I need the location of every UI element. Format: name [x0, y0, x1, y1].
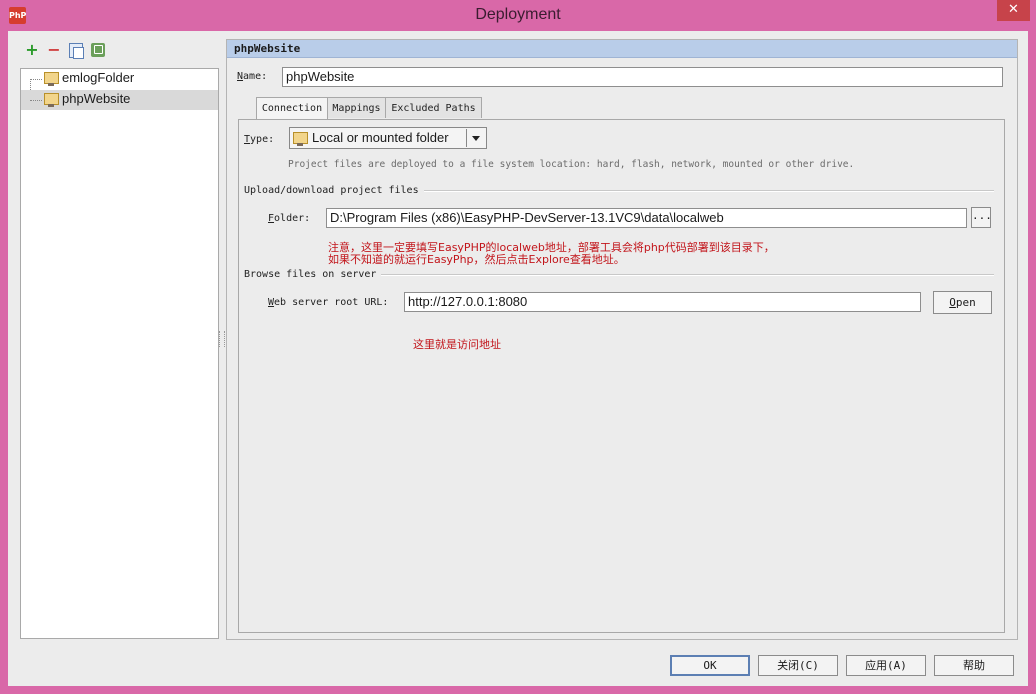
type-label-text: ype:: [250, 134, 275, 145]
copy-server-icon[interactable]: [69, 43, 84, 59]
tab-mappings[interactable]: Mappings: [327, 97, 386, 118]
tree-item-label: phpWebsite: [62, 91, 131, 106]
annotation-url: 这里就是访问地址: [413, 338, 501, 351]
open-url-button[interactable]: Open: [933, 291, 992, 314]
set-default-icon[interactable]: [91, 43, 105, 57]
annotation-folder-line2: 如果不知道的就运行EasyPhp，然后点击Explore查看地址。: [328, 253, 625, 266]
type-description: Project files are deployed to a file sys…: [288, 159, 855, 170]
local-folder-icon: [293, 132, 308, 146]
folder-label-text: older:: [274, 213, 311, 224]
type-select-value: Local or mounted folder: [312, 130, 449, 145]
local-folder-icon: [44, 72, 59, 86]
panel-header: phpWebsite: [227, 40, 1017, 58]
ok-button[interactable]: OK: [670, 655, 750, 676]
local-folder-icon: [44, 93, 59, 107]
type-label: Type:: [244, 134, 274, 145]
window-title: Deployment: [475, 6, 561, 23]
name-label-text: ame:: [243, 71, 268, 82]
upload-section-title: Upload/download project files: [244, 185, 419, 196]
type-select[interactable]: Local or mounted folder: [289, 127, 487, 149]
tree-item-phpwebsite[interactable]: phpWebsite: [21, 90, 218, 110]
remove-server-icon[interactable]: −: [46, 42, 62, 58]
web-root-url-label: Web server root URL:: [268, 297, 388, 308]
web-root-url-input[interactable]: http://127.0.0.1:8080: [404, 292, 921, 312]
splitter-handle[interactable]: [219, 331, 225, 347]
chevron-down-icon: [466, 129, 485, 147]
help-button[interactable]: 帮助: [934, 655, 1014, 676]
section-divider: [381, 274, 994, 276]
folder-label: Folder:: [268, 213, 310, 224]
tree-connector-line: [30, 79, 42, 80]
tree-item-label: emlogFolder: [62, 70, 135, 85]
dialog-client-area: + − emlogFolder phpWebsite phpWebsite Na…: [8, 31, 1028, 686]
folder-path-input[interactable]: D:\Program Files (x86)\EasyPHP-DevServer…: [326, 208, 967, 228]
tree-connector-line: [30, 100, 42, 101]
window-frame: PhP Deployment ✕ + − emlogFolder phpWebs…: [0, 0, 1036, 694]
close-button[interactable]: 关闭(C): [758, 655, 838, 676]
add-server-icon[interactable]: +: [24, 42, 40, 58]
server-tree: emlogFolder phpWebsite: [20, 68, 219, 639]
name-label: Name:: [237, 71, 267, 82]
web-root-url-label-text: eb server root URL:: [274, 297, 389, 308]
panel-title: phpWebsite: [234, 42, 301, 55]
section-divider: [424, 190, 994, 192]
open-button-text: pen: [955, 296, 976, 309]
tab-excluded-paths[interactable]: Excluded Paths: [385, 97, 482, 118]
tree-item-emlogfolder[interactable]: emlogFolder: [21, 69, 218, 89]
connection-tab-content: Type: Local or mounted folder Project fi…: [238, 119, 1005, 633]
open-button-mnemonic: O: [949, 296, 956, 309]
tab-connection[interactable]: Connection: [256, 97, 328, 120]
title-bar: PhP Deployment ✕: [0, 0, 1036, 31]
browse-section-title: Browse files on server: [244, 269, 377, 280]
browse-folder-button[interactable]: ...: [971, 207, 992, 228]
server-name-input[interactable]: phpWebsite: [282, 67, 1003, 87]
apply-button[interactable]: 应用(A): [846, 655, 926, 676]
server-config-panel: phpWebsite Name: phpWebsite Connection M…: [226, 39, 1018, 640]
close-window-button[interactable]: ✕: [997, 0, 1030, 21]
